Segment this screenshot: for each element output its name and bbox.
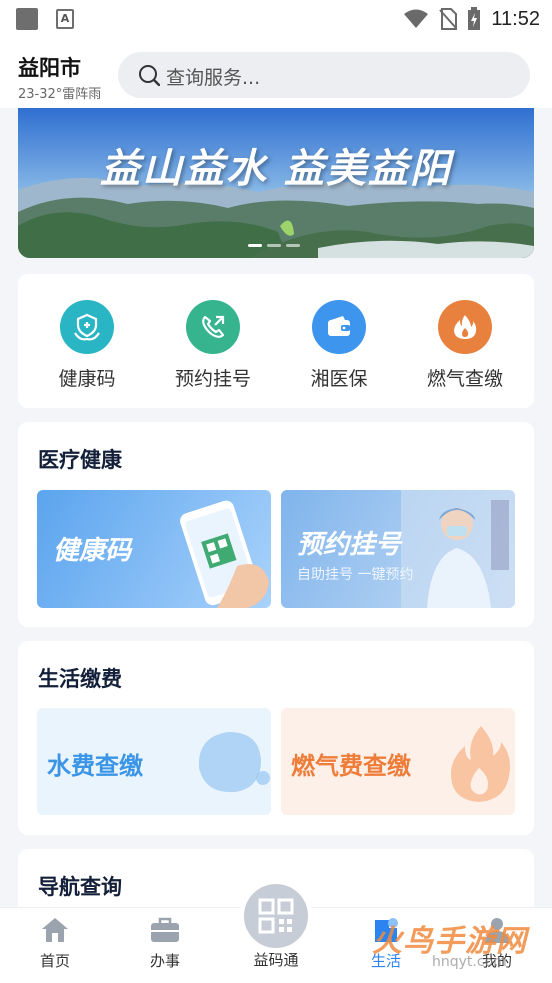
status-time: 11:52 [491,7,540,30]
search-placeholder: 查询服务... [166,67,261,89]
appointment-tile[interactable]: 预约挂号 自助挂号 一键预约 [281,490,515,608]
nav-label: 益码通 [253,951,299,969]
section-title: 生活缴费 [38,667,122,691]
search-bar[interactable]: 查询服务... [118,52,530,98]
qr-code-icon [258,898,294,934]
quick-item-medical-insurance[interactable]: 湘医保 [279,274,399,408]
medical-section: 医疗健康 健康码 预约挂号 自助挂号 一键预约 [18,422,534,627]
tile-title: 燃气费查缴 [291,752,411,780]
nav-label: 办事 [149,952,180,970]
quick-services: 健康码 预约挂号 湘医保 燃气查缴 [18,274,534,408]
life-payment-section: 生活缴费 水费查缴 燃气费查缴 [18,641,534,835]
health-code-tile[interactable]: 健康码 [37,490,271,608]
quick-item-label: 预约挂号 [174,368,251,390]
doctor-illustration [401,490,515,608]
wallet-icon [312,300,366,354]
banner-slogan: 益山益水 益美益阳 [100,145,452,192]
a-notification-icon: A [56,9,74,29]
section-title: 医疗健康 [38,448,122,472]
carousel-indicator [248,244,300,247]
nav-label: 生活 [370,952,401,970]
quick-item-health-code[interactable]: 健康码 [27,274,147,408]
user-icon [485,918,509,943]
nav-life[interactable]: 生活 [346,916,426,971]
flame-icon [438,300,492,354]
life-icon [375,918,398,942]
section-title: 导航查询 [38,875,122,899]
nav-label: 我的 [481,952,512,970]
battery-charging-icon [468,7,481,30]
phone-call-icon [186,300,240,354]
tile-subtitle: 自助挂号 一键预约 [297,567,414,583]
tile-title: 水费查缴 [47,752,143,780]
carousel-dot [286,244,300,247]
qr-code-button[interactable] [240,880,312,952]
water-fee-tile[interactable]: 水费查缴 [37,708,271,815]
nav-affairs[interactable]: 办事 [125,916,205,971]
home-icon [42,918,68,942]
nav-mine[interactable]: 我的 [457,916,537,971]
tile-title: 预约挂号 [297,530,402,560]
tile-title: 健康码 [53,536,132,566]
quick-item-label: 健康码 [58,368,116,390]
quick-item-label: 湘医保 [310,368,368,390]
gallery-square-icon [16,8,38,30]
status-bar: A 11:52 [0,0,552,38]
quick-item-appointment[interactable]: 预约挂号 [153,274,273,408]
quick-item-label: 燃气查缴 [426,368,503,390]
nav-label: 首页 [39,952,70,970]
top-bar: 益阳市 23-32°雷阵雨 查询服务... [0,38,552,108]
city-selector[interactable]: 益阳市 [18,52,81,82]
briefcase-icon [151,917,179,942]
health-hands-icon [60,300,114,354]
banner-carousel[interactable]: 益山益水 益美益阳 [18,108,534,258]
wifi-icon [404,9,429,28]
nav-home[interactable]: 首页 [15,916,95,971]
quick-item-gas-payment[interactable]: 燃气查缴 [405,274,525,408]
search-icon [139,65,160,86]
water-bubble-icon [198,732,270,793]
phone-qr-illustration [180,500,269,608]
carousel-dot [267,244,281,247]
weather-text: 23-32°雷阵雨 [18,87,102,102]
gas-fee-tile[interactable]: 燃气费查缴 [281,708,515,815]
carousel-dot [248,244,262,247]
flame-icon [451,726,510,802]
no-sim-icon [439,8,458,30]
